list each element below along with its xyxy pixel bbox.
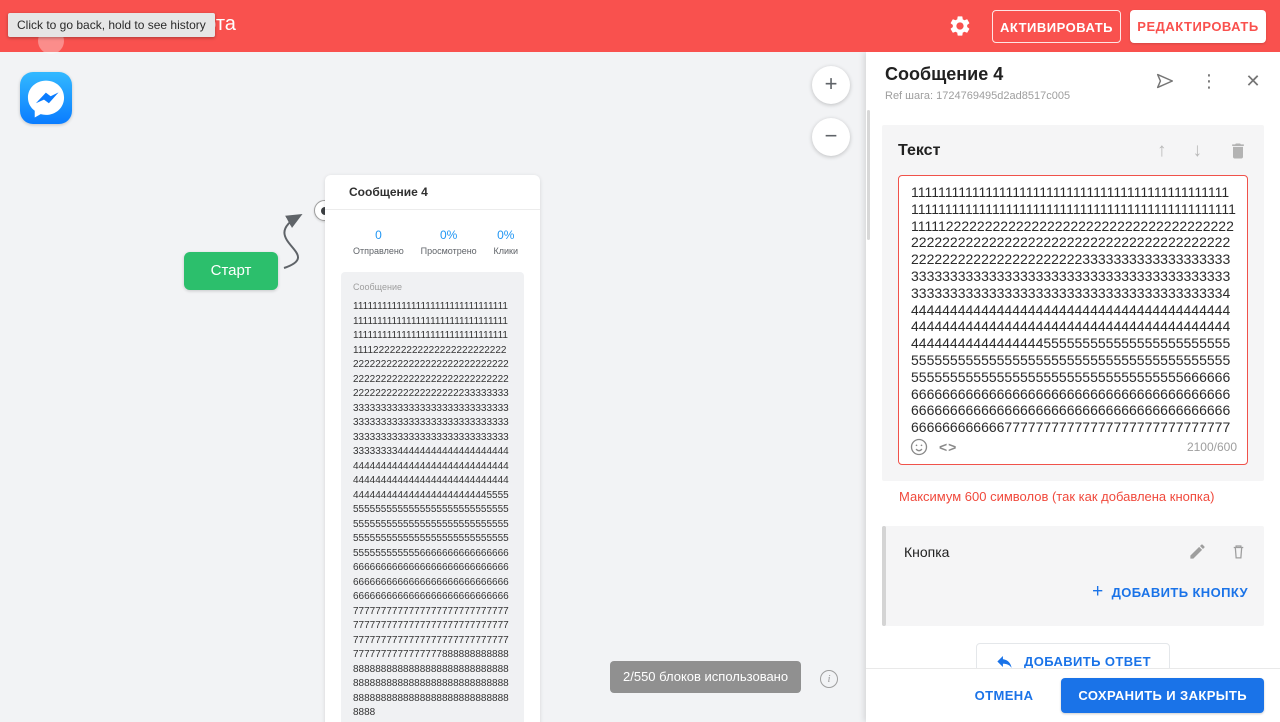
char-counter: 2100/600: [1186, 440, 1237, 454]
back-tooltip: Click to go back, hold to see history: [8, 13, 215, 37]
button-block-title: Кнопка: [904, 543, 950, 560]
send-test-icon[interactable]: [1154, 70, 1176, 92]
message-preview-label: Сообщение: [353, 282, 402, 292]
delete-button-icon[interactable]: [1229, 542, 1248, 561]
emoji-icon[interactable]: [909, 437, 929, 457]
save-and-close-button[interactable]: СОХРАНИТЬ И ЗАКРЫТЬ: [1061, 678, 1264, 713]
edit-button[interactable]: РЕДАКТИРОВАТЬ: [1130, 10, 1266, 43]
panel-header: Сообщение 4 Ref шага: 1724769495d2ad8517…: [866, 52, 1280, 112]
message-node-title: Сообщение 4: [325, 175, 540, 210]
blocks-used-badge: 2/550 блоков использовано: [610, 661, 802, 693]
code-icon[interactable]: <>: [939, 439, 957, 455]
gear-icon[interactable]: [948, 14, 972, 38]
message-node[interactable]: Сообщение 4 0 Отправлено 0% Просмотрено …: [325, 175, 540, 722]
zoom-in-button[interactable]: +: [812, 66, 850, 104]
messenger-icon: [20, 72, 72, 124]
close-icon[interactable]: ✕: [1242, 70, 1264, 92]
activate-button[interactable]: АКТИВИРОВАТЬ: [992, 10, 1121, 43]
max-length-error: Максимум 600 символов (так как добавлена…: [899, 489, 1215, 504]
zoom-out-button[interactable]: −: [812, 118, 850, 156]
message-text-input[interactable]: 1111111111111111111111111111111111111111…: [899, 176, 1247, 434]
text-block-title: Текст: [898, 142, 941, 159]
stat-viewed: 0% Просмотрено: [420, 228, 477, 256]
info-icon[interactable]: i: [820, 670, 838, 688]
add-button-link[interactable]: + ДОБАВИТЬ КНОПКУ: [1092, 581, 1248, 603]
message-preview-text: 1111111111111111111111111111111111111111…: [353, 301, 509, 718]
stat-clicks: 0% Клики: [493, 228, 518, 256]
pencil-icon[interactable]: [1188, 542, 1207, 561]
text-block-card: Текст ↑ ↓ 111111111111111111111111111111…: [882, 125, 1264, 481]
message-preview: Сообщение 111111111111111111111111111111…: [341, 272, 524, 722]
plus-icon: +: [1092, 581, 1104, 602]
stat-sent: 0 Отправлено: [353, 228, 404, 256]
message-node-stats: 0 Отправлено 0% Просмотрено 0% Клики: [325, 210, 540, 268]
delete-text-block-icon[interactable]: [1228, 141, 1248, 161]
move-up-icon[interactable]: ↑: [1157, 140, 1167, 162]
step-editor-panel: Сообщение 4 Ref шага: 1724769495d2ad8517…: [866, 52, 1280, 722]
kebab-menu-icon[interactable]: ⋮: [1198, 70, 1220, 92]
app-header: Click to go back, hold to see history е …: [0, 0, 1280, 54]
move-down-icon[interactable]: ↓: [1193, 140, 1203, 162]
flow-canvas[interactable]: + − Старт Сообщение 4 0 Отправлено 0% Пр…: [0, 52, 866, 722]
panel-scrollbar[interactable]: [867, 110, 870, 240]
cancel-button[interactable]: ОТМЕНА: [975, 688, 1034, 703]
panel-footer: ОТМЕНА СОХРАНИТЬ И ЗАКРЫТЬ: [866, 668, 1280, 722]
start-node[interactable]: Старт: [184, 252, 278, 290]
message-text-field: 1111111111111111111111111111111111111111…: [898, 175, 1248, 465]
button-block-card: Кнопка + ДОБАВИТЬ КНОПКУ: [882, 526, 1264, 626]
